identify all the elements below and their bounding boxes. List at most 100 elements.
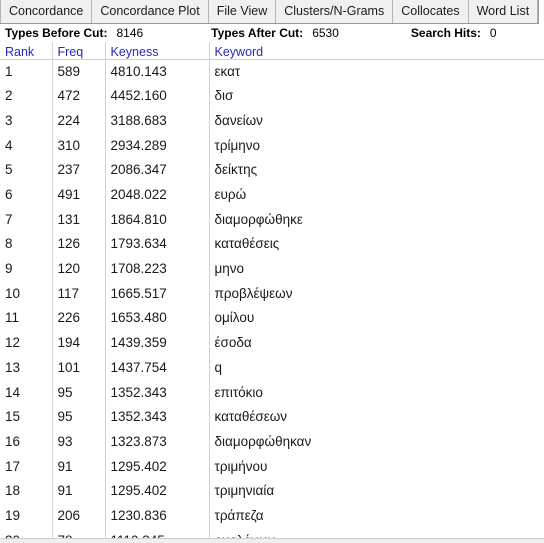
cell-rank: 17 <box>0 454 53 479</box>
cell-rank: 10 <box>0 281 53 306</box>
tab-label: Clusters/N-Grams <box>284 4 385 19</box>
cell-keyness: 1230.836 <box>105 503 210 529</box>
table-row[interactable]: 13 101 1437.754 q <box>0 355 544 380</box>
cell-keyword: δείκτης <box>209 157 544 183</box>
cell-rank: 14 <box>0 379 53 405</box>
cell-rank: 1 <box>0 59 53 84</box>
cell-keyness: 1437.754 <box>105 355 210 380</box>
table-row[interactable]: 11 226 1653.480 ομίλου <box>0 305 544 331</box>
table-row[interactable]: 4 310 2934.289 τρίμηνο <box>0 133 544 158</box>
search-hits-value: 0 <box>489 26 497 40</box>
cell-keyness: 1439.359 <box>105 330 210 356</box>
table-row[interactable]: 10 117 1665.517 προβλέψεων <box>0 281 544 306</box>
stats-bar: Types Before Cut: 8146 Types After Cut: … <box>0 24 544 42</box>
cell-keyword: τρίμηνο <box>209 133 544 158</box>
cell-keyness: 1708.223 <box>105 256 210 282</box>
table-row[interactable]: 16 93 1323.873 διαμορφώθηκαν <box>0 429 544 454</box>
cell-rank: 7 <box>0 207 53 232</box>
tab-label: File View <box>216 4 268 19</box>
cell-keyness: 1352.343 <box>105 404 210 430</box>
cell-keyness: 2048.022 <box>105 182 210 208</box>
cell-rank: 13 <box>0 355 53 380</box>
table-row[interactable]: 17 91 1295.402 τριμήνου <box>0 454 544 479</box>
table-row[interactable]: 1 589 4810.143 εκατ <box>0 59 544 84</box>
cell-rank: 2 <box>0 83 53 109</box>
cell-freq: 126 <box>52 231 106 257</box>
cell-keyness: 4452.160 <box>105 83 210 109</box>
cell-freq: 91 <box>52 454 106 479</box>
table-row[interactable]: 7 131 1864.810 διαμορφώθηκε <box>0 207 544 232</box>
cell-rank: 4 <box>0 133 53 158</box>
types-before-cut-label: Types Before Cut: <box>5 26 108 40</box>
cell-freq: 95 <box>52 379 106 405</box>
tab-clusters-ngrams[interactable]: Clusters/N-Grams <box>276 0 394 23</box>
column-header-rank[interactable]: Rank <box>0 42 53 60</box>
cell-freq: 120 <box>52 256 106 282</box>
cell-keyword: τριμηνιαία <box>209 478 544 504</box>
types-before-cut-group: Types Before Cut: 8146 <box>5 26 143 40</box>
cell-keyness: 1295.402 <box>105 454 210 479</box>
tab-label: Concordance <box>9 4 84 19</box>
cell-freq: 91 <box>52 478 106 504</box>
cell-freq: 224 <box>52 108 106 134</box>
cell-keyword: ομίλου <box>209 305 544 331</box>
cell-rank: 12 <box>0 330 53 356</box>
table-header-row: Rank Freq Keyness Keyword <box>0 42 544 60</box>
keyword-table: Rank Freq Keyness Keyword 1 589 4810.143 εκ… <box>0 42 544 543</box>
cell-keyness: 3188.683 <box>105 108 210 134</box>
table-row[interactable]: 6 491 2048.022 ευρώ <box>0 182 544 208</box>
table-row[interactable]: 19 206 1230.836 τράπεζα <box>0 503 544 529</box>
cell-rank: 9 <box>0 256 53 282</box>
table-row[interactable]: 12 194 1439.359 έσοδα <box>0 330 544 356</box>
cell-rank: 16 <box>0 429 53 454</box>
cell-keyword: q <box>209 355 544 380</box>
cell-keyword: καταθέσεων <box>209 404 544 430</box>
column-header-keyness[interactable]: Keyness <box>105 42 210 60</box>
tab-concordance[interactable]: Concordance <box>0 0 93 23</box>
table-row[interactable]: 15 95 1352.343 καταθέσεων <box>0 404 544 430</box>
table-body: 1 589 4810.143 εκατ 2 472 4452.160 δισ 3 224 3188.… <box>0 59 544 543</box>
search-hits-group: Search Hits: 0 <box>411 26 497 40</box>
table-row[interactable]: 5 237 2086.347 δείκτης <box>0 157 544 183</box>
table-row[interactable]: 3 224 3188.683 δανείων <box>0 108 544 134</box>
table-row[interactable]: 2 472 4452.160 δισ <box>0 83 544 109</box>
cell-freq: 472 <box>52 83 106 109</box>
cell-freq: 589 <box>52 59 106 84</box>
table-row[interactable]: 14 95 1352.343 επιτόκιο <box>0 379 544 405</box>
table-header: Rank Freq Keyness Keyword <box>0 42 544 60</box>
cell-keyword: μηνο <box>209 256 544 282</box>
cell-keyword: δισ <box>209 83 544 109</box>
tab-keyword-list[interactable]: Keyword List <box>538 0 544 24</box>
cell-keyword: έσοδα <box>209 330 544 356</box>
cell-keyword: προβλέψεων <box>209 281 544 306</box>
tab-label: Word List <box>476 4 530 19</box>
cell-keyness: 1665.517 <box>105 281 210 306</box>
table-row[interactable]: 18 91 1295.402 τριμηνιαία <box>0 478 544 504</box>
column-header-keyword[interactable]: Keyword <box>209 42 544 60</box>
cell-keyness: 1352.343 <box>105 379 210 405</box>
cell-rank: 3 <box>0 108 53 134</box>
types-after-cut-group: Types After Cut: 6530 <box>211 26 339 40</box>
cell-keyword: εκατ <box>209 59 544 84</box>
cell-keyword: καταθέσεις <box>209 231 544 257</box>
cell-keyword: τράπεζα <box>209 503 544 529</box>
horizontal-scrollbar[interactable] <box>0 538 544 543</box>
tab-word-list[interactable]: Word List <box>468 0 539 23</box>
cell-keyness: 2934.289 <box>105 133 210 158</box>
cell-rank: 18 <box>0 478 53 504</box>
keyword-results-area[interactable]: Rank Freq Keyness Keyword 1 589 4810.143 εκ… <box>0 42 544 543</box>
cell-freq: 95 <box>52 404 106 430</box>
tab-file-view[interactable]: File View <box>208 0 277 23</box>
column-header-freq[interactable]: Freq <box>52 42 106 60</box>
types-before-cut-value: 8146 <box>116 26 144 40</box>
tab-concordance-plot[interactable]: Concordance Plot <box>92 0 209 23</box>
cell-freq: 101 <box>52 355 106 380</box>
cell-keyness: 1864.810 <box>105 207 210 232</box>
cell-keyword: διαμορφώθηκαν <box>209 429 544 454</box>
tab-collocates[interactable]: Collocates <box>393 0 469 23</box>
cell-freq: 310 <box>52 133 106 158</box>
cell-keyness: 1323.873 <box>105 429 210 454</box>
table-row[interactable]: 8 126 1793.634 καταθέσεις <box>0 231 544 257</box>
table-row[interactable]: 9 120 1708.223 μηνο <box>0 256 544 282</box>
cell-keyword: τριμήνου <box>209 454 544 479</box>
